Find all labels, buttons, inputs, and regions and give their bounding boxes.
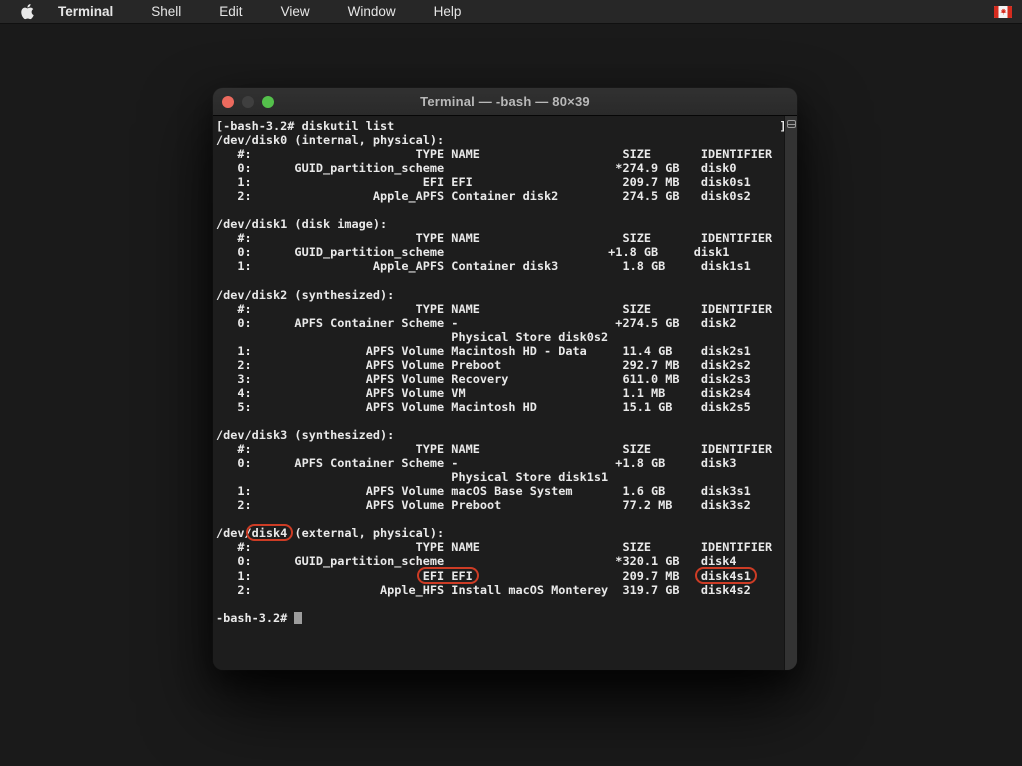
terminal-line: #: TYPE NAME SIZE IDENTIFIER	[216, 540, 783, 554]
terminal-line: 0: GUID_partition_scheme +1.8 GB disk1	[216, 245, 783, 259]
terminal-content[interactable]: [-bash-3.2# diskutil list ]/dev/disk0 (i…	[213, 116, 797, 670]
annotation-circle: EFI EFI	[423, 569, 473, 583]
scrollbar[interactable]	[784, 116, 797, 670]
annotation-circle: disk4s1	[701, 569, 751, 583]
terminal-cursor	[294, 612, 301, 624]
terminal-window[interactable]: Terminal — -bash — 80×39 [-bash-3.2# dis…	[213, 88, 797, 670]
terminal-line: 1: EFI EFI 209.7 MB disk4s1	[216, 569, 783, 583]
terminal-line: 2: APFS Volume Preboot 292.7 MB disk2s2	[216, 358, 783, 372]
menu-view[interactable]: View	[281, 4, 310, 19]
terminal-line: 0: APFS Container Scheme - +1.8 GB disk3	[216, 456, 783, 470]
terminal-line: [-bash-3.2# diskutil list ]	[216, 119, 783, 133]
terminal-line: 1: APFS Volume macOS Base System 1.6 GB …	[216, 484, 783, 498]
terminal-line	[216, 203, 783, 217]
terminal-line: 1: APFS Volume Macintosh HD - Data 11.4 …	[216, 344, 783, 358]
terminal-line: 0: GUID_partition_scheme *274.9 GB disk0	[216, 161, 783, 175]
window-title: Terminal — -bash — 80×39	[420, 94, 590, 109]
menu-window[interactable]: Window	[348, 4, 396, 19]
terminal-line	[216, 414, 783, 428]
terminal-line	[216, 512, 783, 526]
terminal-line: -bash-3.2#	[216, 611, 783, 625]
menu-edit[interactable]: Edit	[219, 4, 242, 19]
annotation-circle: disk4	[252, 526, 288, 540]
terminal-line: #: TYPE NAME SIZE IDENTIFIER	[216, 442, 783, 456]
terminal-line	[216, 597, 783, 611]
terminal-line: 0: GUID_partition_scheme *320.1 GB disk4	[216, 554, 783, 568]
terminal-line: #: TYPE NAME SIZE IDENTIFIER	[216, 231, 783, 245]
zoom-button[interactable]	[262, 96, 274, 108]
minimize-button	[242, 96, 254, 108]
terminal-line: /dev/disk4 (external, physical):	[216, 526, 783, 540]
terminal-line: 4: APFS Volume VM 1.1 MB disk2s4	[216, 386, 783, 400]
apple-icon	[20, 3, 34, 20]
terminal-output: [-bash-3.2# diskutil list ]/dev/disk0 (i…	[216, 119, 783, 625]
terminal-line: 3: APFS Volume Recovery 611.0 MB disk2s3	[216, 372, 783, 386]
terminal-line: 2: Apple_HFS Install macOS Monterey 319.…	[216, 583, 783, 597]
menu-help[interactable]: Help	[434, 4, 462, 19]
terminal-line: Physical Store disk0s2	[216, 330, 783, 344]
terminal-line: /dev/disk3 (synthesized):	[216, 428, 783, 442]
terminal-line: /dev/disk0 (internal, physical):	[216, 133, 783, 147]
terminal-line: #: TYPE NAME SIZE IDENTIFIER	[216, 147, 783, 161]
terminal-line: #: TYPE NAME SIZE IDENTIFIER	[216, 302, 783, 316]
terminal-line: 0: APFS Container Scheme - +274.5 GB dis…	[216, 316, 783, 330]
apple-menu[interactable]	[20, 3, 34, 20]
terminal-line: 5: APFS Volume Macintosh HD 15.1 GB disk…	[216, 400, 783, 414]
terminal-line: /dev/disk1 (disk image):	[216, 217, 783, 231]
terminal-line: 1: Apple_APFS Container disk3 1.8 GB dis…	[216, 259, 783, 273]
title-bar[interactable]: Terminal — -bash — 80×39	[213, 88, 797, 116]
terminal-line: 2: Apple_APFS Container disk2 274.5 GB d…	[216, 189, 783, 203]
scroll-mark-icon	[787, 120, 796, 128]
terminal-line: 1: EFI EFI 209.7 MB disk0s1	[216, 175, 783, 189]
menu-shell[interactable]: Shell	[151, 4, 181, 19]
terminal-line: 2: APFS Volume Preboot 77.2 MB disk3s2	[216, 498, 783, 512]
menu-terminal[interactable]: Terminal	[58, 4, 113, 19]
close-button[interactable]	[222, 96, 234, 108]
canada-flag-icon[interactable]	[994, 6, 1012, 18]
terminal-line	[216, 274, 783, 288]
terminal-line: Physical Store disk1s1	[216, 470, 783, 484]
terminal-line: /dev/disk2 (synthesized):	[216, 288, 783, 302]
menu-bar: Terminal Shell Edit View Window Help	[0, 0, 1022, 24]
